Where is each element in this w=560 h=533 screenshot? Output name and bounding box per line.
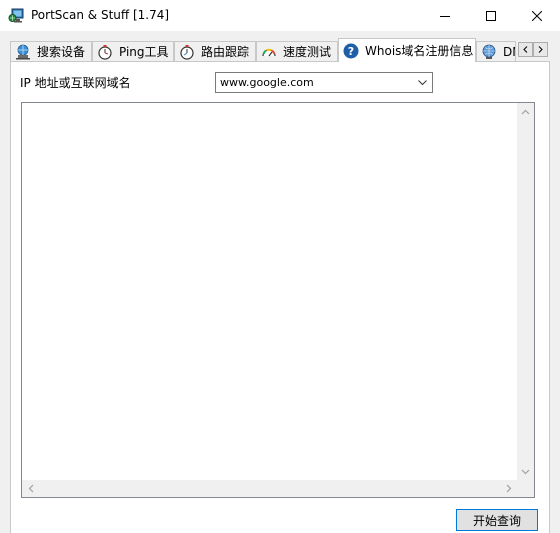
horizontal-scrollbar[interactable] bbox=[22, 480, 517, 497]
close-button[interactable] bbox=[514, 0, 560, 31]
maximize-button[interactable] bbox=[468, 0, 514, 31]
chevron-down-icon[interactable] bbox=[415, 75, 430, 90]
tab-label: Whois域名注册信息 bbox=[365, 44, 474, 58]
scroll-left-button[interactable] bbox=[22, 480, 39, 497]
tab-strip: 搜索设备 Ping工具 路由跟踪 速度测试 ? Whois域名注册信息 D bbox=[0, 38, 560, 62]
dns-globe-icon bbox=[482, 44, 496, 59]
tab-label: Ping工具 bbox=[119, 45, 169, 59]
chevron-left-icon bbox=[523, 46, 528, 53]
host-label: IP 地址或互联网域名 bbox=[20, 76, 131, 90]
scrollbar-corner bbox=[517, 480, 534, 497]
tab-traceroute[interactable]: 路由跟踪 bbox=[174, 41, 256, 61]
host-input[interactable]: www.google.com bbox=[220, 76, 314, 89]
network-globe-icon bbox=[16, 44, 30, 59]
scroll-down-button[interactable] bbox=[517, 463, 534, 480]
stopwatch-icon bbox=[98, 44, 112, 60]
scroll-right-button[interactable] bbox=[500, 480, 517, 497]
start-query-button[interactable]: 开始查询 bbox=[456, 509, 538, 531]
tab-scroll-left-button[interactable] bbox=[518, 42, 533, 57]
tab-label: 速度测试 bbox=[283, 45, 332, 59]
tab-dns[interactable]: DN bbox=[476, 41, 516, 61]
chevron-right-icon bbox=[538, 46, 543, 53]
chevron-left-icon bbox=[28, 484, 33, 493]
host-combobox[interactable]: www.google.com bbox=[215, 72, 433, 93]
minimize-button[interactable] bbox=[422, 0, 468, 31]
tab-ping-tool[interactable]: Ping工具 bbox=[92, 41, 174, 61]
tab-label: 搜索设备 bbox=[37, 45, 86, 59]
chevron-right-icon bbox=[506, 484, 511, 493]
tab-label: DN bbox=[503, 44, 515, 59]
tab-search-devices[interactable]: 搜索设备 bbox=[10, 41, 92, 61]
scroll-up-button[interactable] bbox=[517, 103, 534, 120]
maximize-icon bbox=[486, 10, 496, 21]
vertical-scrollbar[interactable] bbox=[517, 103, 534, 480]
tab-whois[interactable]: ? Whois域名注册信息 bbox=[338, 38, 476, 62]
network-monitor-icon bbox=[8, 8, 24, 23]
help-question-icon: ? bbox=[343, 43, 359, 58]
chevron-down-icon bbox=[521, 469, 530, 474]
speedometer-icon bbox=[262, 48, 276, 56]
chevron-up-icon bbox=[521, 109, 530, 114]
window-title: PortScan & Stuff [1.74] bbox=[31, 8, 170, 22]
tab-scroll-right-button[interactable] bbox=[533, 42, 548, 57]
tab-speed-test[interactable]: 速度测试 bbox=[256, 41, 338, 61]
tab-label: 路由跟踪 bbox=[201, 45, 250, 59]
title-bar: PortScan & Stuff [1.74] bbox=[0, 0, 560, 31]
svg-text:?: ? bbox=[348, 45, 354, 58]
whois-output-area[interactable] bbox=[21, 102, 535, 498]
close-icon bbox=[532, 10, 542, 21]
stopwatch-icon bbox=[180, 44, 194, 60]
minimize-icon bbox=[440, 15, 450, 17]
